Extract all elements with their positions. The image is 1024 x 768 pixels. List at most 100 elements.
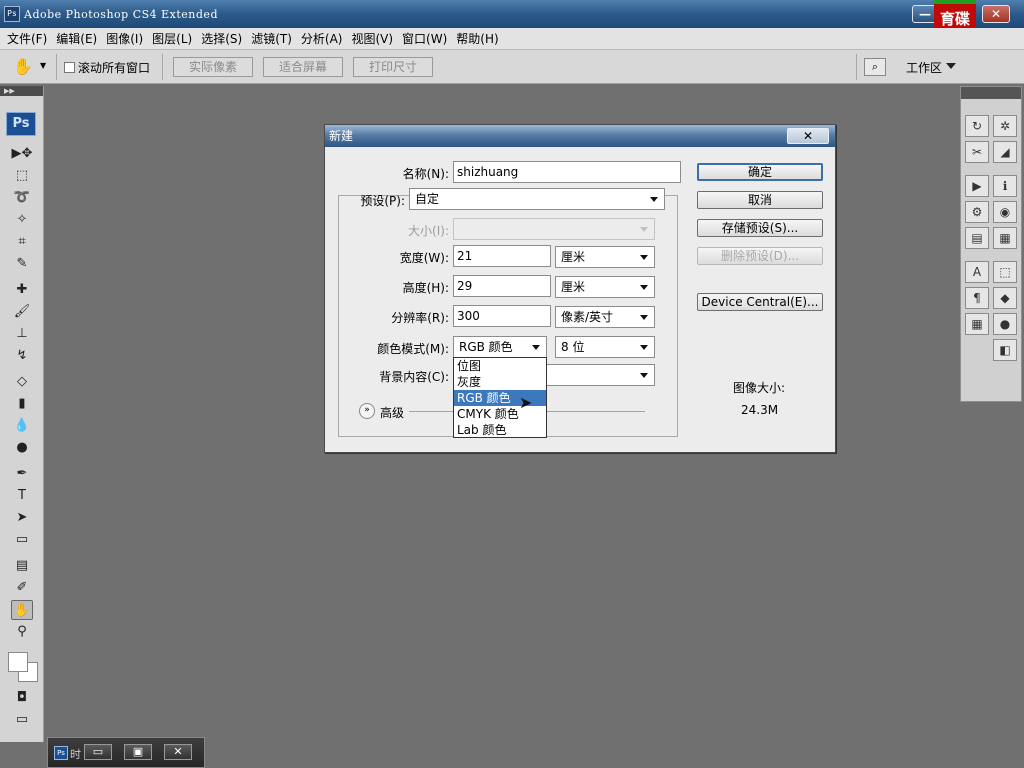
lasso-tool-icon[interactable]: ➰ [11, 188, 33, 208]
expand-advanced-icon[interactable]: » [359, 403, 375, 419]
height-label: 高度(H): [402, 281, 449, 295]
advanced-label[interactable]: 高级 [380, 404, 404, 421]
close-window-button[interactable]: ✕ [982, 5, 1010, 23]
crop-tool-icon[interactable]: ⌗ [11, 232, 33, 252]
right-panel-icon-3[interactable]: ℹ [993, 175, 1017, 197]
width-input[interactable]: 21 [453, 245, 551, 267]
resolution-unit-select[interactable]: 像素/英寸 [555, 306, 655, 328]
resolution-unit-value: 像素/英寸 [561, 310, 614, 324]
move-tool-icon[interactable]: ▶✥ [11, 144, 33, 164]
restore-down-button[interactable]: ▭ [84, 744, 112, 760]
left-panel-icon-1[interactable]: ↻ [965, 115, 989, 137]
scroll-all-windows-label: 滚动所有窗口 [78, 61, 151, 75]
left-panel-icon-2[interactable]: ✂ [965, 141, 989, 163]
new-document-dialog: 新建 ✕ 名称(N): shizhuang 预设(P): 自定 大小(I): 宽… [324, 124, 836, 453]
color-mode-select[interactable]: RGB 颜色 [453, 336, 547, 358]
maximize-button[interactable]: ▣ [124, 744, 152, 760]
left-panel-icon-4[interactable]: ⚙ [965, 201, 989, 223]
healing-brush-tool-icon[interactable]: ✚ [11, 280, 33, 300]
ok-button[interactable]: 确定 [697, 163, 823, 181]
screen-mode-icon[interactable]: ▭ [11, 710, 33, 730]
notes-tool-icon[interactable]: ▤ [11, 556, 33, 576]
fit-screen-button[interactable]: 适合屏幕 [263, 57, 343, 77]
color-mode-option[interactable]: 位图 [454, 358, 546, 374]
left-panel-icon-3[interactable]: ▶ [965, 175, 989, 197]
workspace-dropdown-icon[interactable] [946, 63, 956, 69]
right-panel-icon-6[interactable]: ⬚ [993, 261, 1017, 283]
preset-select-value: 自定 [415, 192, 440, 206]
color-swatches[interactable] [6, 650, 40, 686]
save-preset-button[interactable]: 存储预设(S)... [697, 219, 823, 237]
menu-view[interactable]: 视图(V) [348, 30, 399, 47]
right-panel-icon-2[interactable]: ◢ [993, 141, 1017, 163]
menu-image[interactable]: 图像(I) [103, 30, 149, 47]
eyedropper-3d-tool-icon[interactable]: ✐ [11, 578, 33, 598]
clone-stamp-tool-icon[interactable]: ⊥ [11, 324, 33, 344]
shape-tool-icon[interactable]: ▭ [11, 530, 33, 550]
quick-mask-icon[interactable]: ◘ [11, 688, 33, 708]
workspace-menu[interactable]: 工作区 [906, 59, 942, 76]
scroll-all-windows-option[interactable]: 滚动所有窗口 [64, 59, 150, 76]
name-input[interactable]: shizhuang [453, 161, 681, 183]
height-unit-select[interactable]: 厘米 [555, 276, 655, 298]
chevron-down-icon [640, 285, 648, 290]
menu-analysis[interactable]: 分析(A) [298, 30, 349, 47]
right-panel-icon-1[interactable]: ✲ [993, 115, 1017, 137]
color-mode-option[interactable]: Lab 颜色 [454, 422, 546, 438]
hand-tool-icon[interactable]: ✋ [12, 56, 34, 78]
close-document-button[interactable]: ✕ [164, 744, 192, 760]
right-panel-icon-5[interactable]: ▦ [993, 227, 1017, 249]
toolbox-header[interactable]: ▶▶ [0, 86, 43, 96]
menu-window[interactable]: 窗口(W) [399, 30, 453, 47]
pen-tool-icon[interactable]: ✒ [11, 464, 33, 484]
menu-file[interactable]: 文件(F) [4, 30, 53, 47]
panel-dock-header[interactable] [961, 87, 1021, 99]
path-selection-tool-icon[interactable]: ➤ [11, 508, 33, 528]
menu-select[interactable]: 选择(S) [198, 30, 248, 47]
right-panel-icon-4[interactable]: ◉ [993, 201, 1017, 223]
dodge-tool-icon[interactable]: ● [11, 438, 33, 458]
left-panel-icon-7[interactable]: ¶ [965, 287, 989, 309]
magic-wand-tool-icon[interactable]: ✧ [11, 210, 33, 230]
right-panel-icon-7[interactable]: ◆ [993, 287, 1017, 309]
history-brush-tool-icon[interactable]: ↯ [11, 346, 33, 366]
actual-pixels-button[interactable]: 实际像素 [173, 57, 253, 77]
divider [56, 54, 57, 80]
hand-tool-icon[interactable]: ✋ [11, 600, 33, 620]
menu-help[interactable]: 帮助(H) [453, 30, 504, 47]
color-mode-option[interactable]: 灰度 [454, 374, 546, 390]
cancel-button[interactable]: 取消 [697, 191, 823, 209]
device-central-button[interactable]: Device Central(E)... [697, 293, 823, 311]
eyedropper-tool-icon[interactable]: ✎ [11, 254, 33, 274]
resolution-input[interactable]: 300 [453, 305, 551, 327]
menu-filter[interactable]: 滤镜(T) [248, 30, 298, 47]
blur-tool-icon[interactable]: 💧 [11, 416, 33, 436]
eraser-tool-icon[interactable]: ◇ [11, 372, 33, 392]
right-panel-icon-8[interactable]: ● [993, 313, 1017, 335]
brush-tool-icon[interactable]: 🖌 [11, 302, 33, 322]
left-panel-icon-6[interactable]: A [965, 261, 989, 283]
left-panel-icon-5[interactable]: ▤ [965, 227, 989, 249]
gradient-tool-icon[interactable]: ▮ [11, 394, 33, 414]
minimized-document-bar[interactable]: Ps 时 ▭ ▣ ✕ [47, 737, 205, 768]
print-size-button[interactable]: 打印尺寸 [353, 57, 433, 77]
scroll-all-windows-checkbox[interactable] [64, 62, 75, 73]
bit-depth-select[interactable]: 8 位 [555, 336, 655, 358]
logo-line-1: 育碟 [939, 10, 970, 28]
marquee-tool-icon[interactable]: ⬚ [11, 166, 33, 186]
preset-select[interactable]: 自定 [409, 188, 665, 210]
zoom-tool-icon[interactable]: ⚲ [11, 622, 33, 642]
menu-layer[interactable]: 图层(L) [149, 30, 198, 47]
foreground-color-swatch[interactable] [8, 652, 28, 672]
menu-edit[interactable]: 编辑(E) [53, 30, 103, 47]
dialog-close-button[interactable]: ✕ [787, 128, 829, 144]
tool-preset-caret-icon[interactable]: ▼ [40, 61, 46, 70]
window-title: Adobe Photoshop CS4 Extended [24, 7, 218, 21]
type-tool-icon[interactable]: T [11, 486, 33, 506]
bridge-search-icon[interactable]: ⌕ [864, 58, 886, 76]
right-panel-icon-9[interactable]: ◧ [993, 339, 1017, 361]
chevron-down-icon [640, 315, 648, 320]
width-unit-select[interactable]: 厘米 [555, 246, 655, 268]
left-panel-icon-8[interactable]: ▦ [965, 313, 989, 335]
height-input[interactable]: 29 [453, 275, 551, 297]
